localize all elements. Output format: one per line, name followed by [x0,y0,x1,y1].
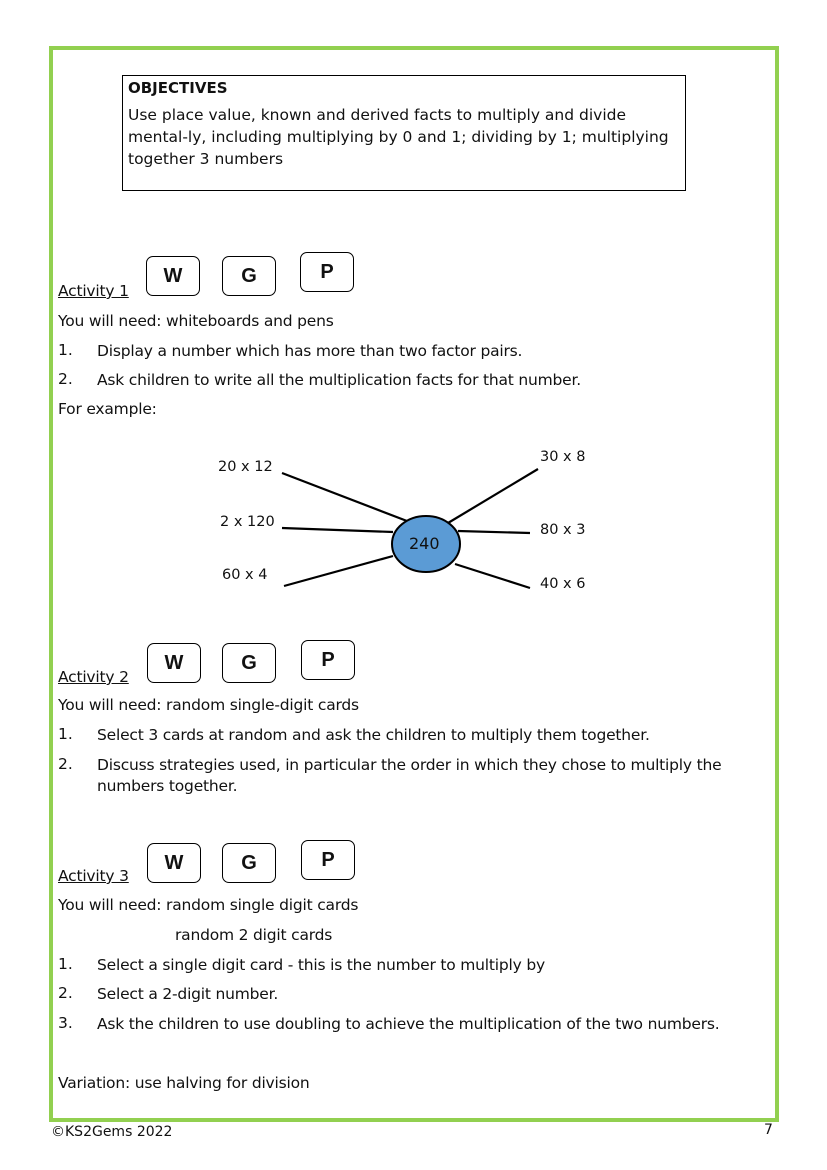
objectives-title: OBJECTIVES [128,79,228,97]
line-80x3 [457,529,531,535]
activity-1-step-2-num: 2. [58,370,73,388]
fact-40x6: 40 x 6 [540,576,586,592]
badge-pair: P [300,252,354,292]
page-number: 7 [764,1122,773,1138]
badge-group: G [222,843,276,883]
activity-3-step-3-num: 3. [58,1014,73,1032]
fact-30x8: 30 x 8 [540,449,586,465]
badge-whole-class: W [147,843,201,883]
activity-3-step-3: Ask the children to use doubling to achi… [97,1015,720,1033]
activity-2-need: You will need: random single-digit cards [58,696,359,714]
center-number: 240 [409,534,440,553]
badge-group: G [222,256,276,296]
activity-1-need: You will need: whiteboards and pens [58,312,334,330]
objectives-text: Use place value, known and derived facts… [128,106,669,168]
badge-whole-class: W [147,643,201,683]
activity-3-title: Activity 3 [58,867,129,885]
activity-2-step-2: Discuss strategies used, in particular t… [97,756,722,774]
copyright: ©KS2Gems 2022 [51,1124,173,1140]
activity-1-step-1: Display a number which has more than two… [97,342,523,360]
activity-3-need-2: random 2 digit cards [175,926,333,944]
activity-1-step-1-num: 1. [58,341,73,359]
badge-whole-class: W [146,256,200,296]
line-40x6 [454,562,531,590]
factor-diagram: 240 20 x 12 2 x 120 60 x 4 30 x 8 80 x 3… [200,440,620,610]
activity-2-title: Activity 2 [58,668,129,686]
activity-2-step-2-cont: numbers together. [97,777,238,795]
example-label: For example: [58,400,157,418]
line-30x8 [447,468,539,524]
activity-1-step-2: Ask children to write all the multiplica… [97,371,581,389]
activity-2-step-1-num: 1. [58,725,73,743]
activity-3-step-1-num: 1. [58,955,73,973]
line-60x4 [283,554,394,588]
variation-note: Variation: use halving for division [58,1074,310,1092]
badge-pair: P [301,640,355,680]
activity-3-need: You will need: random single digit cards [58,896,359,914]
line-20x12 [281,471,408,523]
fact-60x4: 60 x 4 [222,567,268,583]
activity-3-step-2: Select a 2-digit number. [97,985,279,1003]
badge-group: G [222,643,276,683]
fact-20x12: 20 x 12 [218,459,273,475]
fact-80x3: 80 x 3 [540,522,586,538]
activity-2-step-2-num: 2. [58,755,73,773]
objectives-box: OBJECTIVES Use place value, known and de… [122,75,686,191]
line-2x120 [281,526,394,534]
activity-3-step-2-num: 2. [58,984,73,1002]
activity-2-step-1: Select 3 cards at random and ask the chi… [97,726,650,744]
activity-1-title: Activity 1 [58,282,129,300]
activity-3-step-1: Select a single digit card - this is the… [97,956,545,974]
fact-2x120: 2 x 120 [220,514,275,530]
badge-pair: P [301,840,355,880]
